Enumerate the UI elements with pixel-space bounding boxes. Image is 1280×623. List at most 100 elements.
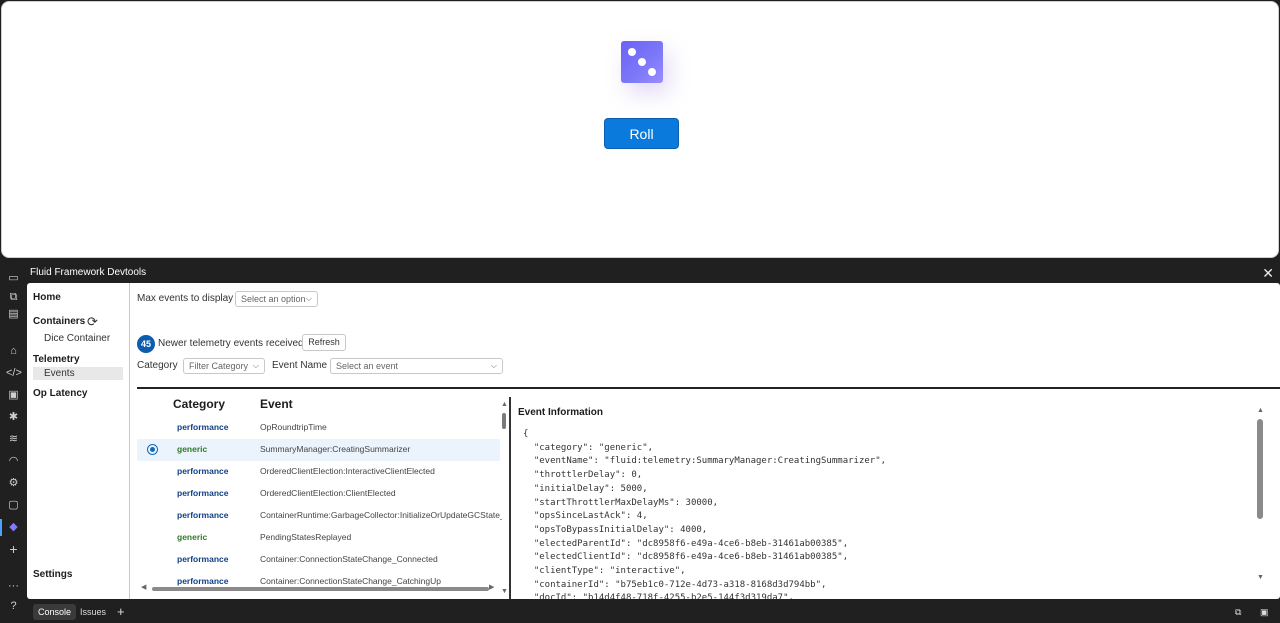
- new-events-count-badge: 45: [137, 335, 155, 353]
- row-event-name: OrderedClientElection:ClientElected: [260, 488, 396, 498]
- bug-icon[interactable]: ✱: [6, 410, 21, 425]
- scroll-up-icon[interactable]: ▲: [501, 401, 508, 408]
- column-header-event[interactable]: Event: [260, 397, 293, 411]
- max-events-select[interactable]: Select an option ⌵: [235, 291, 318, 307]
- row-category: performance: [177, 576, 229, 586]
- row-category: performance: [177, 510, 229, 520]
- add-tool-icon[interactable]: +: [6, 542, 21, 557]
- fluid-icon[interactable]: ◆: [0, 519, 21, 536]
- console-icon[interactable]: ▣: [6, 388, 21, 403]
- scroll-right-icon[interactable]: ▶: [489, 583, 494, 591]
- devtools-title: Fluid Framework Devtools: [30, 267, 147, 278]
- activity-bar: ▭ ⧉ ▤ ⌂ </> ▣ ✱ ≋ ◠ ⚙ ▢ ◆ + ··· ?: [0, 263, 27, 623]
- devtools-content: Home Containers ⟳ Dice Container Telemet…: [27, 283, 1280, 599]
- roll-button[interactable]: Roll: [604, 118, 679, 149]
- nav-dice-container[interactable]: Dice Container: [44, 333, 110, 344]
- row-event-name: OrderedClientElection:InteractiveClientE…: [260, 466, 435, 476]
- row-category: generic: [177, 444, 208, 454]
- new-events-text: Newer telemetry events received.: [158, 338, 307, 349]
- row-event-name: Container:ConnectionStateChange_Connecte…: [260, 554, 438, 564]
- table-row[interactable]: performance OrderedClientElection:Interac…: [137, 461, 500, 483]
- undock-icon[interactable]: ▣: [1255, 604, 1274, 620]
- event-json-viewer: { "category": "generic", "eventName": "f…: [523, 428, 886, 599]
- home-icon[interactable]: ⌂: [6, 344, 21, 359]
- nav-settings[interactable]: Settings: [33, 569, 72, 580]
- scroll-down-icon[interactable]: ▼: [501, 588, 508, 595]
- dice-pip: [638, 58, 646, 66]
- column-header-category[interactable]: Category: [173, 397, 225, 411]
- refresh-button[interactable]: Refresh: [302, 334, 346, 351]
- json-line: "opsToBypassInitialDelay": 4000,: [523, 524, 708, 535]
- code-icon[interactable]: </>: [6, 366, 22, 381]
- json-line: "eventName": "fluid:telemetry:SummaryMan…: [523, 456, 887, 467]
- close-icon[interactable]: ✕: [1262, 265, 1274, 281]
- event-name-placeholder: Select an event: [336, 361, 399, 371]
- json-line: "clientType": "interactive",: [523, 566, 686, 577]
- category-label: Category: [137, 360, 178, 371]
- table-row[interactable]: performance ContainerRuntime:GarbageColle…: [137, 505, 502, 527]
- table-row[interactable]: generic SummaryManager:CreatingSummarizer: [137, 439, 500, 461]
- drawer-bar: Console Issues + ⧉ ▣: [27, 600, 1280, 623]
- application-icon[interactable]: ▢: [6, 498, 21, 513]
- more-icon[interactable]: ···: [6, 579, 21, 594]
- window-icon[interactable]: ▤: [6, 307, 21, 322]
- dice-pip: [648, 68, 656, 76]
- table-row[interactable]: generic PendingStatesReplayed: [137, 527, 500, 549]
- chevron-down-icon: ⌵: [252, 361, 259, 370]
- json-line: "category": "generic",: [523, 442, 654, 453]
- tab-issues[interactable]: Issues: [75, 604, 111, 620]
- row-category: performance: [177, 422, 229, 432]
- table-row[interactable]: performance Container:ConnectionStateChan…: [137, 549, 500, 571]
- table-vertical-scrollbar[interactable]: ▲ ▼: [501, 401, 508, 597]
- chevron-down-icon: ⌵: [490, 361, 497, 370]
- json-line: "opsSinceLastAck": 4,: [523, 511, 648, 522]
- tab-console[interactable]: Console: [33, 604, 77, 620]
- chevron-down-icon: ⌵: [305, 294, 312, 303]
- json-line: "throttlerDelay": 0,: [523, 470, 643, 481]
- scroll-left-icon[interactable]: ◀: [141, 583, 146, 591]
- events-table: Category Event performance OpRoundtripTim…: [137, 397, 502, 597]
- dock-icon[interactable]: ⧉: [1230, 604, 1246, 620]
- event-name-select[interactable]: Select an event ⌵: [330, 358, 503, 374]
- nav-home[interactable]: Home: [33, 292, 61, 303]
- json-line: "startThrottlerMaxDelayMs": 30000,: [523, 497, 719, 508]
- pane-splitter[interactable]: [509, 397, 511, 599]
- json-line: {: [523, 429, 529, 439]
- scrollbar-thumb[interactable]: [502, 413, 506, 429]
- nav-containers[interactable]: Containers: [33, 316, 85, 327]
- nav-telemetry[interactable]: Telemetry: [33, 354, 80, 365]
- row-category: performance: [177, 488, 229, 498]
- add-tab-icon[interactable]: +: [112, 604, 130, 620]
- scroll-up-icon[interactable]: ▲: [1257, 407, 1264, 414]
- row-selected-radio[interactable]: [147, 444, 158, 455]
- scroll-down-icon[interactable]: ▼: [1257, 574, 1264, 581]
- device-mode-icon[interactable]: ▭: [6, 271, 21, 286]
- wifi-icon[interactable]: ≋: [6, 432, 21, 447]
- row-event-name: SummaryManager:CreatingSummarizer: [260, 444, 411, 454]
- category-filter-select[interactable]: Filter Category ⌵: [183, 358, 265, 374]
- row-event-name: Container:ConnectionStateChange_Catching…: [260, 576, 441, 586]
- row-event-name: OpRoundtripTime: [260, 422, 327, 432]
- row-event-name: ContainerRuntime:GarbageCollector:Initia…: [260, 510, 502, 520]
- table-row[interactable]: performance OrderedClientElection:ClientE…: [137, 483, 500, 505]
- inspect-icon[interactable]: ⧉: [6, 290, 21, 305]
- row-event-name: PendingStatesReplayed: [260, 532, 352, 542]
- json-line: "initialDelay": 5000,: [523, 483, 648, 494]
- performance-icon[interactable]: ◠: [6, 454, 21, 469]
- app-area: Roll: [1, 1, 1279, 258]
- gear-icon[interactable]: ⚙: [6, 476, 21, 491]
- table-row[interactable]: performance OpRoundtripTime: [137, 417, 500, 439]
- help-icon[interactable]: ?: [6, 599, 21, 614]
- nav-op-latency[interactable]: Op Latency: [33, 388, 87, 399]
- json-line: "containerId": "b75eb1c0-712e-4d73-a318-…: [523, 579, 827, 590]
- refresh-icon[interactable]: ⟳: [87, 314, 98, 330]
- json-line: "docId": "b14d4f48-718f-4255-b2e5-144f3d…: [523, 593, 794, 599]
- info-scrollbar-thumb[interactable]: [1257, 419, 1263, 519]
- nav-events[interactable]: Events: [44, 368, 75, 379]
- dice-pip: [628, 48, 636, 56]
- row-category: performance: [177, 466, 229, 476]
- max-events-label: Max events to display: [137, 293, 234, 304]
- event-information-title: Event Information: [518, 407, 604, 418]
- category-placeholder: Filter Category: [189, 361, 249, 371]
- table-horizontal-scrollbar-thumb[interactable]: [152, 587, 489, 591]
